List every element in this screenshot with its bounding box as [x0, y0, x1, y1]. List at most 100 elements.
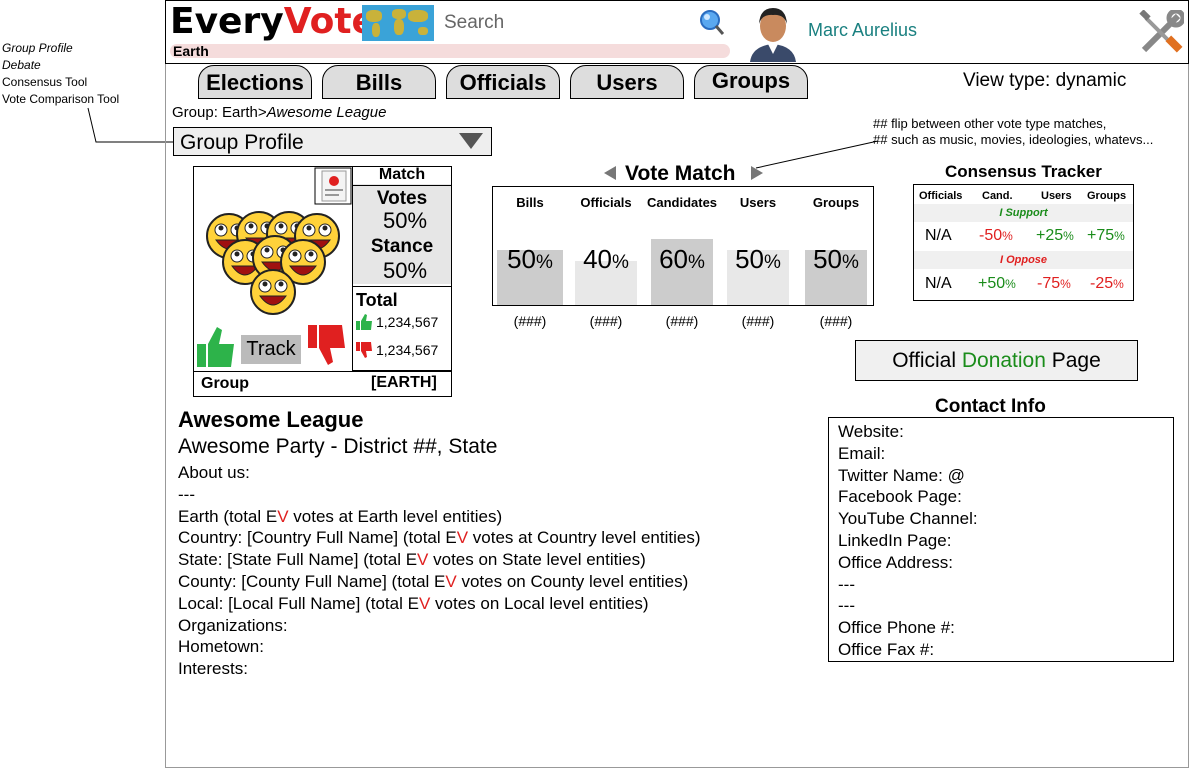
stance-value: 50% [382, 258, 428, 283]
thumbs-up-vote-icon[interactable] [196, 326, 236, 368]
contact-office-address: Office Address: [838, 552, 953, 572]
tab-officials[interactable]: Officials [446, 65, 560, 99]
search-icon[interactable] [698, 9, 724, 35]
chevron-down-icon[interactable] [459, 133, 483, 149]
note-line-1: ## flip between other vote type matches, [873, 116, 1107, 131]
group-subtitle: Awesome Party - District ##, State [178, 435, 498, 458]
vote-match-note: ## flip between other vote type matches,… [873, 116, 1153, 148]
consensus-header-users: Users [1041, 190, 1072, 202]
level-local: Local: [Local Full Name] (total EV votes… [178, 593, 649, 613]
contact-email: Email: [838, 443, 886, 463]
user-avatar[interactable] [746, 2, 800, 62]
search-input[interactable]: Search [444, 12, 504, 34]
entity-type-label: Group [201, 375, 249, 392]
vote-match-count-officials: (###) [589, 313, 623, 329]
tab-bills[interactable]: Bills [322, 65, 436, 99]
dropdown-selected-label: Group Profile [180, 131, 304, 154]
contact-website: Website: [838, 422, 904, 441]
about-label: About us: [178, 463, 250, 482]
level-county: County: [County Full Name] (total EV vot… [178, 571, 689, 591]
tab-groups[interactable]: Groups [694, 65, 808, 99]
group-avatar [206, 211, 340, 315]
contact-card-icon[interactable] [314, 167, 352, 205]
support-groups: +75% [1087, 227, 1125, 244]
total-label: Total [356, 290, 398, 310]
divider [353, 185, 451, 186]
organizations-label: Organizations: [178, 615, 288, 635]
logo[interactable]: EveryVote [170, 0, 376, 44]
breadcrumb: Group: Earth>Awesome League [172, 104, 387, 121]
vote-match-count-bills: (###) [513, 313, 547, 329]
about-section: About us: --- Earth (total EV votes at E… [178, 462, 701, 680]
oppose-cand: +50% [978, 275, 1016, 292]
match-label: Match [378, 166, 426, 183]
contact-office-phone: Office Phone #: [838, 618, 955, 638]
location-bar[interactable] [170, 44, 730, 58]
settings-tools-icon[interactable] [1138, 10, 1184, 56]
location-label: Earth [173, 43, 209, 59]
note-connector [755, 140, 879, 169]
contact-twitter: Twitter Name: @ [838, 465, 965, 485]
about-separator: --- [178, 484, 195, 504]
vote-match-count-groups: (###) [819, 313, 853, 329]
vote-match-label-groups: Groups [812, 195, 860, 210]
support-label: I Support [999, 207, 1048, 219]
oppose-label: I Oppose [999, 254, 1048, 266]
tab-elections[interactable]: Elections [198, 65, 312, 99]
vote-match-count-candidates: (###) [665, 313, 699, 329]
hometown-label: Hometown: [178, 637, 264, 657]
oppose-users: -75% [1037, 275, 1071, 292]
vote-match-value-officials: 40% [583, 244, 629, 274]
stance-label: Stance [370, 236, 434, 257]
level-state: State: [State Full Name] (total EV votes… [178, 550, 646, 570]
oppose-officials: N/A [925, 275, 952, 292]
group-name: Awesome League [178, 407, 364, 432]
vote-match-value-candidates: 60% [659, 244, 705, 274]
votes-label: Votes [376, 188, 428, 209]
tab-users[interactable]: Users [570, 65, 684, 99]
support-cand: -50% [979, 227, 1013, 244]
votes-value: 50% [382, 208, 428, 233]
vote-match-value-users: 50% [735, 244, 781, 274]
total-down-count: 1,234,567 [376, 342, 439, 358]
vote-match-count-users: (###) [741, 313, 775, 329]
vote-match-title: Vote Match [625, 162, 736, 185]
contact-facebook: Facebook Page: [838, 487, 962, 507]
vote-match-label-officials: Officials [580, 195, 632, 210]
oppose-groups: -25% [1090, 275, 1124, 292]
vote-match-prev-icon[interactable] [603, 166, 617, 180]
card-footer-divider [193, 371, 452, 372]
interests-label: Interests: [178, 659, 248, 679]
vote-match-value-bills: 50% [507, 244, 553, 274]
support-users: +25% [1036, 227, 1074, 244]
contact-address-line-2: --- [838, 596, 855, 616]
consensus-header-groups: Groups [1087, 190, 1127, 202]
note-line-2: ## such as music, movies, ideologies, wh… [873, 132, 1154, 147]
contact-info-lines: Website: Email: Twitter Name: @ Facebook… [838, 421, 978, 661]
user-name[interactable]: Marc Aurelius [808, 20, 917, 41]
consensus-title: Consensus Tracker [945, 162, 1102, 181]
level-earth: Earth (total EV votes at Earth level ent… [178, 506, 503, 526]
total-up-count: 1,234,567 [376, 314, 439, 330]
contact-office-fax: Office Fax #: [838, 639, 935, 659]
contact-youtube: YouTube Channel: [838, 509, 978, 529]
donation-page-button[interactable]: Official Donation Page [855, 340, 1138, 381]
vote-match-label-users: Users [739, 195, 777, 210]
thumbs-up-icon [356, 314, 372, 330]
level-country: Country: [Country Full Name] (total EV v… [178, 528, 701, 548]
scope-label: [EARTH] [371, 374, 437, 391]
vote-match-label-bills: Bills [516, 195, 544, 210]
thumbs-down-vote-icon[interactable] [307, 324, 347, 366]
contact-linkedin: LinkedIn Page: [838, 530, 952, 550]
world-map-icon [362, 5, 434, 41]
view-type-label: View type: dynamic [963, 70, 1127, 91]
consensus-header-officials: Officials [919, 190, 963, 202]
contact-address-line-1: --- [838, 574, 855, 594]
consensus-header-cand: Cand. [982, 190, 1013, 202]
thumbs-down-icon [356, 342, 372, 358]
vote-match-label-candidates: Candidates [646, 195, 718, 210]
vote-match-value-groups: 50% [813, 244, 859, 274]
support-officials: N/A [925, 227, 952, 244]
contact-info-title: Contact Info [935, 396, 1046, 417]
track-button[interactable]: Track [241, 335, 301, 364]
